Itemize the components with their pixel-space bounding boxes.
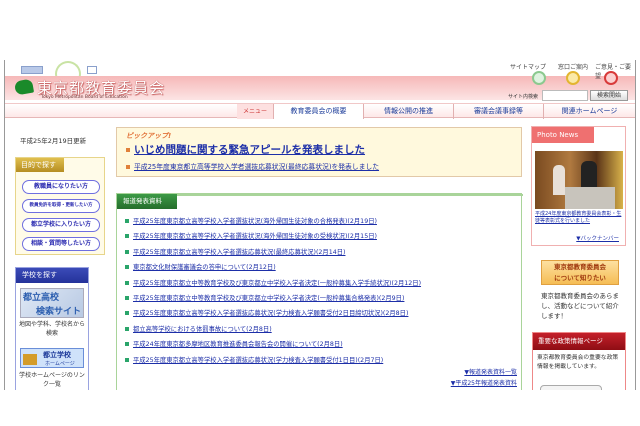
press-release-link[interactable]: 平成25年度東京都立高等学校入学者選抜状況(海外帰国生徒対象の受検状況)(2月1… — [133, 233, 377, 240]
page: 東京都教育委員会 Tokyo Metropolitan Board of Edu… — [4, 60, 636, 390]
press-release-item[interactable]: 平成25年度東京都立高等学校入学者選抜状況(海外帰国生徒対象の受検状況)(2月1… — [125, 231, 377, 240]
pickup-box: ピックアップ! いじめ問題に関する緊急アピールを発表しました 平成25年度東京都… — [116, 127, 522, 177]
about-board-line2: について知りたい — [554, 274, 606, 282]
about-board-line1: 東京都教育委員会 — [554, 263, 606, 271]
press-release-link[interactable]: 平成25年度東京都立高等学校入学者選抜状況(海外帰国生徒対象の合格発表)(2月1… — [133, 218, 377, 225]
nav-item-council-minutes[interactable]: 審議会議事録等 — [453, 104, 543, 119]
sitemap-link[interactable]: サイトマップ — [510, 62, 546, 71]
pickup-sub[interactable]: 平成25年度東京都立高等学校入学者選抜応募状況(最終応募状況)を発表しました — [134, 163, 379, 171]
photo-news-image[interactable] — [535, 151, 623, 209]
school-search-title: 学校を探す — [16, 268, 88, 283]
school-building-icon — [23, 354, 37, 365]
school-search-banner-line1: 都立高校 — [23, 293, 60, 303]
photo-news-title: Photo News — [532, 127, 594, 143]
about-board-button[interactable]: 東京都教育委員会 について知りたい — [541, 260, 619, 285]
counter-guide-link[interactable]: 窓口ご案内 — [558, 62, 588, 71]
school-search-banner[interactable]: 都立高校 検索サイト — [20, 288, 84, 318]
pickup-label: ピックアップ! — [126, 132, 172, 140]
press-release-item[interactable]: 平成25年度東京都立高等学校入学者選抜応募状況(学力検査入学願書受付1日目)(2… — [125, 355, 383, 364]
logo-subtitle: Tokyo Metropolitan Board of Education — [41, 95, 128, 100]
school-homepage-banner-line1: 都立学校 — [43, 351, 71, 359]
press-release-link[interactable]: 平成25年度東京都立高等学校入学者選抜応募状況(学力検査入学願書受付1日目)(2… — [133, 357, 383, 364]
press-release-box: 報道発表資料 平成25年度東京都立高等学校入学者選抜状況(海外帰国生徒対象の合格… — [116, 193, 523, 390]
purpose-box: 目的で探す 教職員になりたい方 教員免許を取得・更新したい方 都立学校に入りたい… — [15, 157, 105, 255]
press-release-link[interactable]: 平成25年度東京都立高等学校入学者選抜応募状況(学力検査入学願書受付2日目締切状… — [133, 310, 408, 317]
press-release-item[interactable]: 平成25年度東京都立高等学校入学者選抜応募状況(最終応募状況)(2月14日) — [125, 247, 345, 256]
purpose-button-become-teacher[interactable]: 教職員になりたい方 — [22, 180, 100, 194]
press-release-link[interactable]: 平成25年度東京都立中等教育学校及び東京都立中学校入学者決定(一般枠募集入学手続… — [133, 280, 421, 287]
purpose-button-teacher-license[interactable]: 教員免許を取得・更新したい方 — [22, 199, 100, 213]
sitemap-icon[interactable] — [532, 71, 546, 85]
nav-menu-label: メニュー — [237, 104, 273, 119]
updated-date: 平成25年2月19日更新 — [20, 137, 87, 145]
photo-news-box: Photo News 平成24年度東京都教育委員会表彰・生徒等表彰式を行いました… — [531, 126, 626, 246]
purpose-title: 目的で探す — [16, 158, 64, 172]
press-release-title: 報道発表資料 — [117, 194, 177, 209]
press-release-link[interactable]: 平成25年度東京都立高等学校入学者選抜応募状況(最終応募状況)(2月14日) — [133, 249, 345, 256]
search-button[interactable]: 検索開始 — [590, 90, 628, 101]
press-h25-link[interactable]: ▼平成25年報道発表資料 — [451, 378, 517, 387]
press-release-link[interactable]: 東京都文化財保護審議会の答申について(2月12日) — [133, 264, 276, 271]
policy-title[interactable]: 重要な政策情報ページ — [533, 333, 625, 350]
nav-item-disclosure[interactable]: 情報公開の推進 — [363, 104, 453, 119]
school-search-box: 学校を探す 都立高校 検索サイト 地図や学科、学校名から検索 都立学校 ホームペ… — [15, 267, 89, 390]
press-release-item[interactable]: 平成25年度東京都立高等学校入学者選抜状況(海外帰国生徒対象の合格発表)(2月1… — [125, 216, 377, 225]
press-list-all-link[interactable]: ▼報道発表資料一覧 — [464, 367, 517, 376]
header-illustration — [17, 61, 117, 87]
pickup-sub-link[interactable]: 平成25年度東京都立高等学校入学者選抜応募状況(最終応募状況)を発表しました — [126, 161, 379, 171]
press-release-item[interactable]: 平成25年度東京都立高等学校入学者選抜応募状況(学力検査入学願書受付2日目締切状… — [125, 308, 408, 317]
school-homepage-banner-line2: ホームページ — [45, 361, 75, 367]
press-release-item[interactable]: 都立高等学校における体罰事故について(2月8日) — [125, 324, 272, 333]
press-release-link[interactable]: 平成24年度東京都多摩地区教育推進委員会報告会の開催について(2月8日) — [133, 341, 343, 348]
about-board-text: 東京都教育委員会のあらまし、活動などについて紹介します！ — [541, 292, 619, 320]
policy-button[interactable] — [540, 385, 602, 390]
ginkgo-leaf-icon — [13, 78, 35, 96]
purpose-button-consultation[interactable]: 相談・質問等したい方 — [22, 237, 100, 251]
logo[interactable]: 東京都教育委員会 Tokyo Metropolitan Board of Edu… — [13, 77, 175, 101]
nav-item-overview[interactable]: 教育委員会の概要 — [273, 104, 363, 119]
purpose-button-enter-school[interactable]: 都立学校に入りたい方 — [22, 218, 100, 232]
press-release-item[interactable]: 平成25年度東京都立中等教育学校及び東京都立中学校入学者決定(一般枠募集入学手続… — [125, 278, 421, 287]
pickup-headline-link[interactable]: いじめ問題に関する緊急アピールを発表しました — [126, 142, 365, 157]
photo-news-caption[interactable]: 平成24年度東京都教育委員会表彰・生徒等表彰式を行いました — [535, 211, 623, 225]
nav-item-related-sites[interactable]: 関連ホームページ — [543, 104, 635, 119]
policy-text: 東京都教育委員会の重要な政策情報を掲載しています。 — [537, 355, 619, 370]
policy-box: 重要な政策情報ページ 東京都教育委員会の重要な政策情報を掲載しています。 — [532, 332, 626, 390]
press-release-item[interactable]: 平成25年度東京都立中等教育学校及び東京都立中学校入学者決定(一般枠募集合格発表… — [125, 293, 404, 302]
nav-bar: メニュー 教育委員会の概要 情報公開の推進 審議会議事録等 関連ホームページ — [5, 103, 635, 119]
back-number-link[interactable]: ▼バックナンバー — [576, 234, 619, 242]
school-search-caption: 地図や学科、学校名から検索 — [19, 321, 86, 337]
search-input[interactable] — [542, 90, 588, 101]
school-homepage-caption: 学校ホームページのリンク一覧 — [19, 372, 85, 388]
pickup-headline[interactable]: いじめ問題に関する緊急アピールを発表しました — [134, 144, 365, 156]
counter-guide-icon[interactable] — [566, 71, 580, 85]
press-release-item[interactable]: 平成24年度東京都多摩地区教育推進委員会報告会の開催について(2月8日) — [125, 339, 343, 348]
school-homepage-banner[interactable]: 都立学校 ホームページ — [20, 348, 84, 368]
search-label: サイト内検索 — [508, 94, 539, 100]
press-release-item[interactable]: 東京都文化財保護審議会の答申について(2月12日) — [125, 262, 276, 271]
school-search-banner-line2: 検索サイト — [35, 307, 81, 317]
postbox-icon[interactable] — [604, 71, 618, 85]
press-release-link[interactable]: 平成25年度東京都立中等教育学校及び東京都立中学校入学者決定(一般枠募集合格発表… — [133, 295, 404, 302]
press-release-link[interactable]: 都立高等学校における体罰事故について(2月8日) — [133, 326, 272, 333]
